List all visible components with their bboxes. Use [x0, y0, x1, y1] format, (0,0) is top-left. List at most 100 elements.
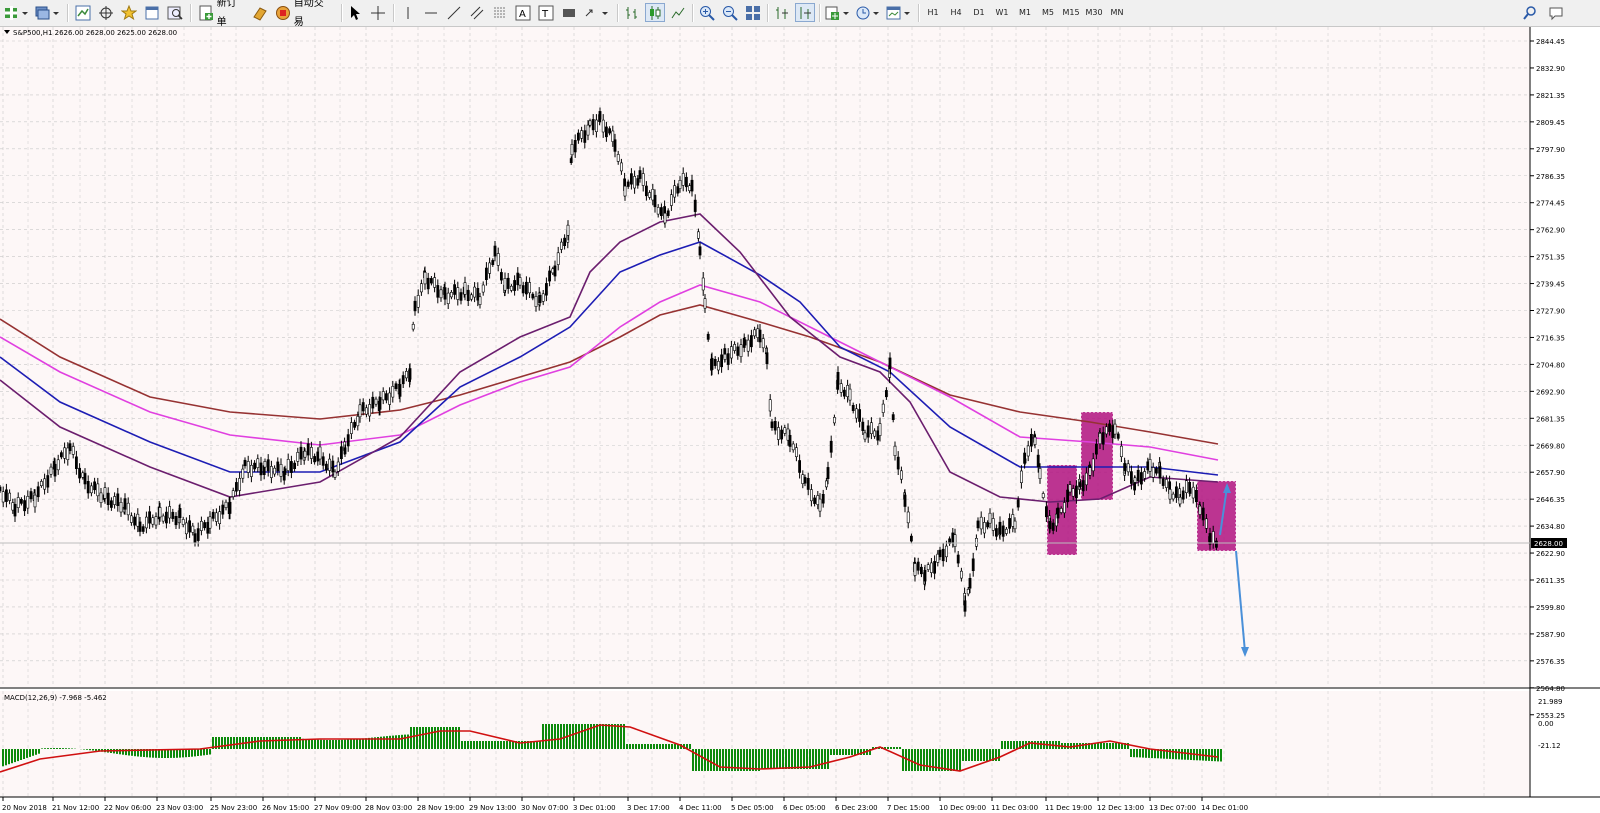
- timeframe-m5-button[interactable]: M5: [1037, 3, 1059, 22]
- tester-magnifier-icon: [167, 6, 183, 20]
- trendline-icon: [447, 6, 461, 19]
- macd-bar: [998, 749, 1000, 761]
- data-window-button[interactable]: [96, 3, 116, 22]
- macd-bar: [191, 749, 193, 757]
- candle-body: [531, 293, 535, 299]
- candle-body: [29, 491, 33, 500]
- macd-bar: [539, 741, 541, 749]
- macd-bar: [800, 749, 802, 769]
- candle-body: [1091, 458, 1095, 472]
- candle-body: [1051, 522, 1055, 531]
- indicators-button[interactable]: [824, 3, 852, 22]
- svg-text:T: T: [541, 9, 549, 20]
- candle-body: [1071, 488, 1075, 497]
- timeframe-mn-button[interactable]: MN: [1106, 3, 1128, 22]
- fibonacci-icon: [494, 7, 506, 17]
- new-order-button[interactable]: 新订单: [195, 0, 249, 28]
- timeframe-m1-button[interactable]: M1: [1014, 3, 1036, 22]
- text-label-button[interactable]: T: [537, 3, 555, 22]
- macd-bar: [296, 737, 298, 749]
- price-tick-label: 2774.45: [1536, 200, 1565, 208]
- candle-body: [286, 458, 290, 471]
- trendline-button[interactable]: [445, 3, 463, 22]
- timeframe-w1-button[interactable]: W1: [991, 3, 1013, 22]
- candle-body: [673, 185, 677, 198]
- candle-body: [1151, 467, 1155, 478]
- macd-bar: [29, 749, 31, 757]
- macd-bar: [479, 741, 481, 749]
- candle-body: [185, 522, 188, 535]
- fibonacci-button[interactable]: [491, 3, 509, 22]
- profiles-button[interactable]: [33, 3, 61, 22]
- candle-body: [436, 285, 440, 298]
- arrows-tool-button[interactable]: [583, 3, 611, 22]
- line-chart-button[interactable]: [668, 3, 688, 22]
- macd-bar: [431, 727, 433, 749]
- text-tool-button[interactable]: A: [514, 3, 532, 22]
- candle-body: [1075, 485, 1078, 499]
- cursor-tool-button[interactable]: [346, 3, 364, 22]
- macd-bar: [698, 749, 700, 771]
- candle-body: [1146, 461, 1150, 471]
- candle-body: [648, 192, 652, 198]
- candle-body: [1130, 471, 1133, 484]
- candle-body: [979, 516, 983, 530]
- templates-button[interactable]: [885, 3, 913, 22]
- auto-trading-button[interactable]: 自动交易: [272, 0, 336, 28]
- profiles-icon: [35, 6, 59, 19]
- vertical-line-button[interactable]: [399, 3, 417, 22]
- timeframe-d1-button[interactable]: D1: [968, 3, 990, 22]
- zoom-out-button[interactable]: [720, 3, 740, 22]
- chart-window[interactable]: S&P500,H1 2626.00 2628.00 2625.00 2628.0…: [0, 27, 1600, 813]
- candlestick-chart-button[interactable]: [645, 3, 665, 22]
- macd-bar: [953, 749, 955, 771]
- crosshair-tool-button[interactable]: [369, 3, 387, 22]
- candle-body: [488, 262, 492, 274]
- metaeditor-button[interactable]: [251, 3, 269, 22]
- horizontal-line-button[interactable]: [422, 3, 440, 22]
- timeframe-h4-button[interactable]: H4: [945, 3, 967, 22]
- navigator-button[interactable]: [119, 3, 139, 22]
- timeframe-m15-button[interactable]: M15: [1060, 3, 1082, 22]
- periods-button[interactable]: [854, 3, 882, 22]
- market-watch-button[interactable]: [73, 3, 93, 22]
- new-chart-button[interactable]: [3, 3, 31, 22]
- bar-chart-button[interactable]: [622, 3, 642, 22]
- macd-bar: [14, 749, 16, 763]
- candle-body: [81, 472, 85, 478]
- macd-bar: [185, 749, 187, 758]
- macd-bar: [764, 749, 766, 769]
- macd-bar: [911, 749, 913, 771]
- timeframe-m30-button[interactable]: M30: [1083, 3, 1105, 22]
- macd-bar: [584, 724, 586, 749]
- candle-body: [90, 485, 93, 494]
- chart-shift-button[interactable]: [795, 3, 815, 22]
- candle-body: [384, 393, 388, 401]
- channel-button[interactable]: [468, 3, 486, 22]
- candle-body: [626, 181, 630, 187]
- candle-body: [1191, 486, 1195, 499]
- candle-body: [1036, 454, 1040, 468]
- macd-plot-area[interactable]: [0, 691, 1530, 797]
- tile-windows-button[interactable]: [743, 3, 763, 22]
- search-button[interactable]: [1520, 3, 1540, 22]
- macd-bar: [1082, 743, 1084, 749]
- strategy-tester-button[interactable]: [165, 3, 185, 22]
- macd-bar: [422, 727, 424, 749]
- rectangle-tool-button[interactable]: [560, 3, 578, 22]
- macd-bar: [770, 749, 772, 769]
- macd-bar: [173, 749, 175, 758]
- auto-scroll-button[interactable]: [772, 3, 792, 22]
- candle-body: [231, 490, 235, 498]
- chat-button[interactable]: [1546, 3, 1566, 22]
- macd-bar: [68, 748, 70, 749]
- price-plot-area[interactable]: [0, 27, 1530, 687]
- candle-body: [1059, 508, 1063, 513]
- timeframe-h1-button[interactable]: H1: [922, 3, 944, 22]
- terminal-button[interactable]: [142, 3, 162, 22]
- candle-body: [1108, 423, 1112, 432]
- macd-bar: [1004, 741, 1006, 749]
- macd-bar: [797, 749, 799, 769]
- candle-body: [518, 277, 522, 286]
- zoom-in-button[interactable]: [697, 3, 717, 22]
